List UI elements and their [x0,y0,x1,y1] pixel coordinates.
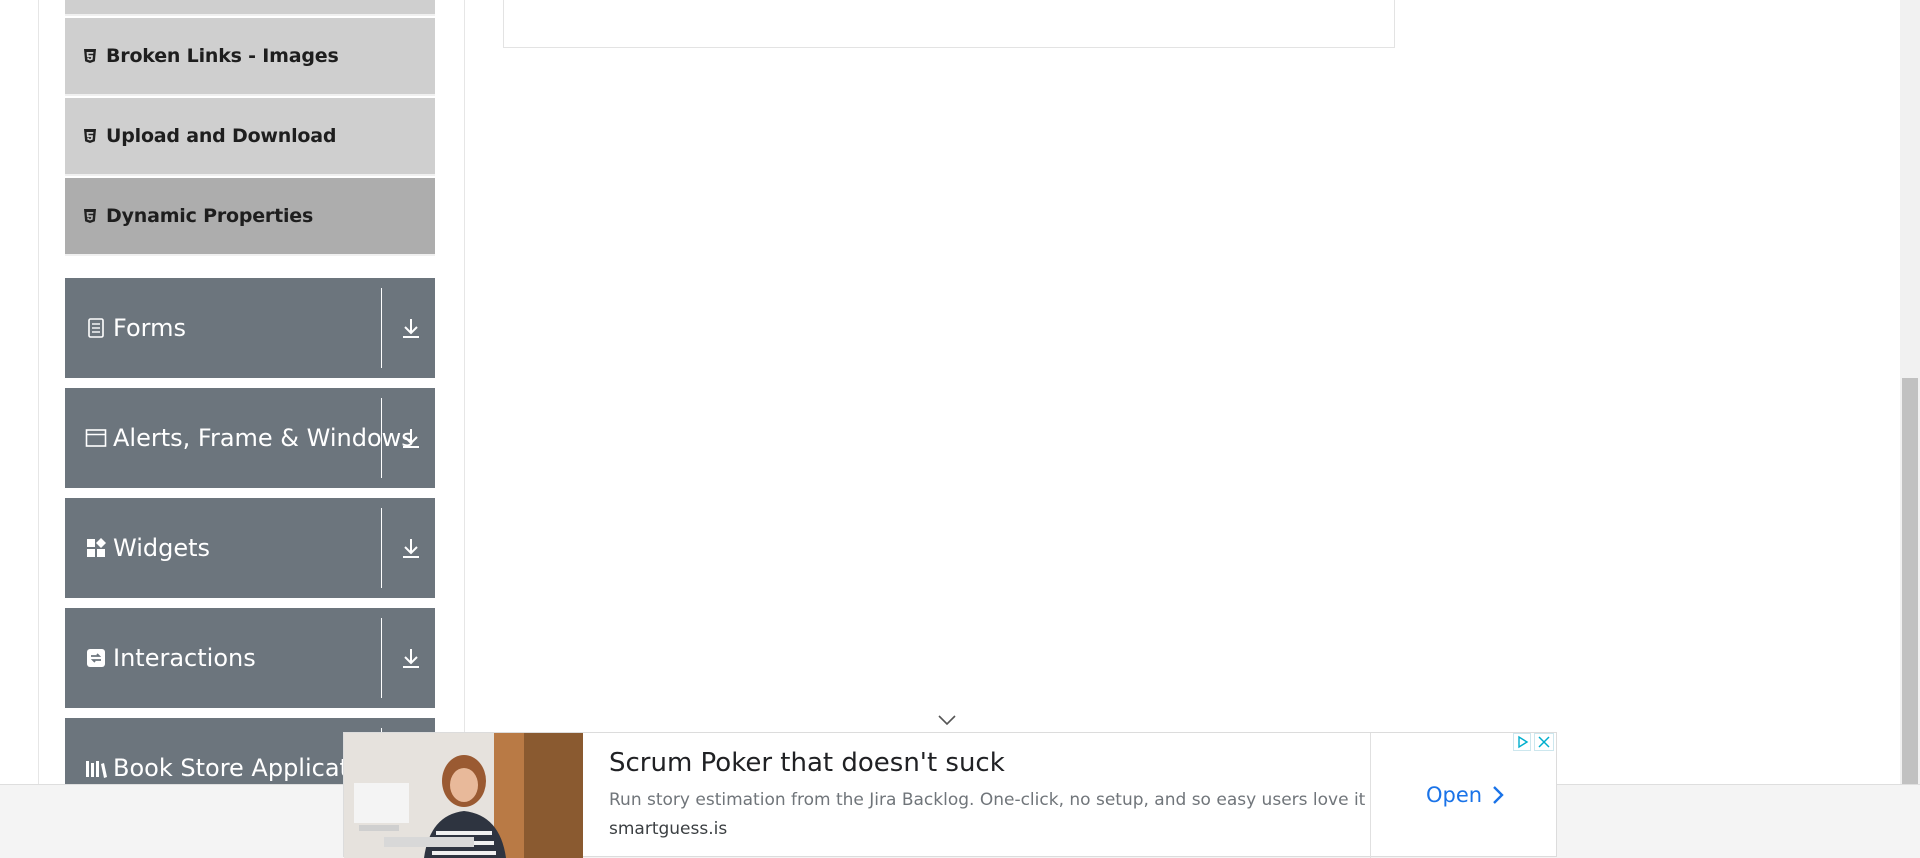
group-label: Widgets [113,534,211,562]
sidebar-group-alerts[interactable]: Alerts, Frame & Windows [65,388,435,488]
sidebar-left-border [38,0,39,784]
download-icon[interactable] [398,645,424,671]
html5-icon [84,209,96,223]
sidebar-right-border [464,0,465,784]
sidebar-item-upload-download[interactable]: Upload and Download [65,98,435,176]
sidebar-subitem-partial[interactable] [65,0,435,16]
window-icon [85,429,107,447]
group-separator [381,508,382,588]
ad-divider [1370,733,1371,858]
html5-icon [84,129,96,143]
ad-open-button[interactable]: Open [1426,783,1504,807]
page-scrollbar[interactable] [1900,0,1920,786]
ad-domain[interactable]: smartguess.is [609,819,727,839]
ad-open-label: Open [1426,783,1483,807]
group-separator [381,398,382,478]
html5-icon [84,49,96,63]
document-icon [88,318,104,338]
sidebar-group-widgets[interactable]: Widgets [65,498,435,598]
sidebar-item-dynamic-properties[interactable]: Dynamic Properties [65,178,435,256]
main-content-panel [503,0,1395,48]
download-icon[interactable] [398,535,424,561]
group-separator [381,288,382,368]
chevron-down-icon[interactable] [937,713,957,727]
ad-title[interactable]: Scrum Poker that doesn't suck [609,748,1005,778]
download-icon[interactable] [398,425,424,451]
chevron-right-icon [1493,786,1504,804]
sidebar-item-label: Broken Links - Images [106,45,339,67]
group-label: Interactions [113,644,256,672]
download-icon[interactable] [398,315,424,341]
scrollbar-thumb[interactable] [1902,378,1918,786]
group-label: Forms [113,314,186,342]
ad-photo-illustration [344,733,583,858]
adchoices-icon[interactable] [1513,733,1531,751]
group-separator [381,618,382,698]
sidebar-group-forms[interactable]: Forms [65,278,435,378]
ad-banner[interactable]: Scrum Poker that doesn't suck Run story … [343,732,1557,858]
interactions-icon [87,649,105,667]
group-label: Alerts, Frame & Windows [113,424,414,452]
ad-image[interactable] [344,733,583,858]
sidebar-item-label: Dynamic Properties [106,205,314,227]
ad-description[interactable]: Run story estimation from the Jira Backl… [609,790,1365,810]
sidebar-group-interactions[interactable]: Interactions [65,608,435,708]
sidebar-item-label: Upload and Download [106,125,337,147]
sidebar-item-broken-links[interactable]: Broken Links - Images [65,18,435,96]
books-icon [86,761,107,778]
ad-close-icon[interactable] [1534,733,1554,751]
widgets-icon [87,538,106,557]
